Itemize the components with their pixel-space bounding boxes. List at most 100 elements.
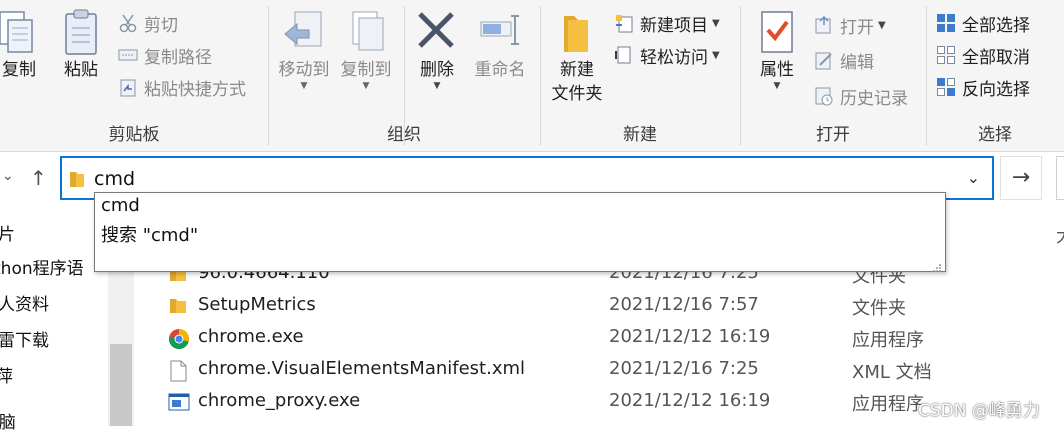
file-date: 2021/12/16 7:57 <box>609 294 759 315</box>
copy-button[interactable]: 复制 <box>0 8 48 82</box>
suggestion-item[interactable]: 搜索 "cmd" <box>101 221 198 247</box>
select-all-label: 全部选择 <box>962 15 1030 36</box>
copy-to-icon <box>343 8 389 58</box>
group-open: 属性 ▼ 打开 ▼ 编辑 历史记录 打开 <box>740 0 926 151</box>
chevron-down-icon: ▼ <box>712 17 720 29</box>
cut-button[interactable]: 剪切 <box>118 9 178 37</box>
paste-shortcut-button[interactable]: 粘贴快捷方式 <box>118 73 246 101</box>
easy-access-icon <box>614 45 634 65</box>
recent-locations-chevron-icon[interactable]: ⌄ <box>2 168 14 184</box>
open-button[interactable]: 打开 ▼ <box>814 11 886 39</box>
rename-icon <box>477 8 523 58</box>
file-row[interactable]: chrome.exe 2021/12/12 16:19 应用程序 <box>166 322 1064 354</box>
file-date: 2021/12/12 16:19 <box>609 326 771 347</box>
select-none-label: 全部取消 <box>962 47 1030 68</box>
new-folder-button[interactable]: 新建 文件夹 <box>546 8 608 106</box>
new-item-button[interactable]: 新建项目 ▼ <box>614 9 720 37</box>
invert-selection-icon <box>936 77 956 97</box>
select-none-button[interactable]: 全部取消 <box>936 41 1030 69</box>
ribbon: 复制 粘贴 剪切 复制路径 粘贴快捷方式 剪贴板 移动到 ▼ 复制到 ▼ 删除 … <box>0 0 1064 152</box>
easy-access-button[interactable]: 轻松访问 ▼ <box>614 41 720 69</box>
history-icon <box>814 86 834 106</box>
chevron-down-icon: ▼ <box>878 19 886 31</box>
open-label: 打开 <box>840 17 874 38</box>
open-icon <box>814 15 834 35</box>
navigation-pane: 片 thon程序语 人资料 雷下载 萍 l脑 <box>0 208 108 433</box>
rename-label: 重命名 <box>474 60 526 80</box>
address-autocomplete-popup: cmd 搜索 "cmd" <box>94 192 946 272</box>
select-all-button[interactable]: 全部选择 <box>936 9 1030 37</box>
go-arrow-button[interactable]: → <box>1000 156 1042 200</box>
paste-shortcut-icon <box>118 77 138 97</box>
file-type: 应用程序 <box>852 330 924 351</box>
chevron-down-icon[interactable]: ⌄ <box>967 168 980 187</box>
file-name: chrome_proxy.exe <box>198 390 361 411</box>
easy-access-label: 轻松访问 <box>640 47 708 68</box>
paste-label: 粘贴 <box>64 60 98 80</box>
group-clipboard: 复制 粘贴 剪切 复制路径 粘贴快捷方式 剪贴板 <box>0 0 268 151</box>
new-group-label: 新建 <box>623 125 657 145</box>
edit-label: 编辑 <box>840 52 874 73</box>
copy-path-button[interactable]: 复制路径 <box>118 41 212 69</box>
paste-icon <box>58 8 104 58</box>
invert-selection-button[interactable]: 反向选择 <box>936 73 1030 101</box>
new-item-icon <box>614 13 634 33</box>
history-label: 历史记录 <box>840 88 908 109</box>
chevron-down-icon: ▼ <box>712 49 720 61</box>
select-none-icon <box>936 45 956 65</box>
watermark: CSDN @峰勇力 <box>918 401 1040 421</box>
up-arrow-icon[interactable]: ↑ <box>30 166 47 190</box>
paste-shortcut-label: 粘贴快捷方式 <box>144 79 246 100</box>
history-button[interactable]: 历史记录 <box>814 82 908 110</box>
properties-label: 属性 <box>760 60 794 80</box>
address-input[interactable] <box>94 167 954 191</box>
nav-item[interactable]: 雷下载 <box>0 326 49 351</box>
search-box[interactable] <box>1056 156 1064 200</box>
nav-item[interactable]: l脑 <box>0 408 16 433</box>
scissors-icon <box>118 13 138 33</box>
suggestion-item[interactable]: cmd <box>101 195 140 216</box>
copy-path-icon <box>118 45 138 65</box>
move-to-button[interactable]: 移动到 ▼ <box>274 8 334 91</box>
file-type: XML 文档 <box>852 362 932 383</box>
group-new: 新建 文件夹 新建项目 ▼ 轻松访问 ▼ 新建 <box>540 0 740 151</box>
properties-icon <box>754 8 800 58</box>
folder-icon <box>70 170 84 187</box>
edit-button[interactable]: 编辑 <box>814 46 874 74</box>
copy-to-button[interactable]: 复制到 ▼ <box>336 8 396 91</box>
folder-icon <box>168 296 188 316</box>
delete-x-icon <box>414 8 460 58</box>
nav-scrollbar-thumb[interactable] <box>110 344 132 426</box>
size-column-header: 大 <box>1056 222 1064 248</box>
file-date: 2021/12/16 7:25 <box>609 358 759 379</box>
delete-label: 删除 <box>420 60 454 80</box>
exe-icon <box>168 392 190 412</box>
file-type: 文件夹 <box>852 298 906 319</box>
file-type: 应用程序 <box>852 394 924 415</box>
file-name: SetupMetrics <box>198 294 316 315</box>
new-folder-icon <box>554 8 600 58</box>
document-icon <box>168 360 188 382</box>
properties-button[interactable]: 属性 ▼ <box>752 8 802 91</box>
nav-item[interactable]: 萍 <box>0 362 13 387</box>
new-folder-label-2: 文件夹 <box>551 84 603 104</box>
move-to-label: 移动到 <box>278 60 330 80</box>
nav-item[interactable]: 片 <box>0 220 15 245</box>
cut-label: 剪切 <box>144 15 178 36</box>
open-group-label: 打开 <box>816 125 850 145</box>
paste-button[interactable]: 粘贴 <box>56 8 106 82</box>
file-row[interactable]: chrome.VisualElementsManifest.xml 2021/1… <box>166 354 1064 386</box>
copy-to-label: 复制到 <box>340 60 392 80</box>
delete-button[interactable]: 删除 ▼ <box>414 8 460 91</box>
resize-grip-icon[interactable] <box>932 258 942 272</box>
nav-item[interactable]: thon程序语 <box>0 254 84 279</box>
rename-button[interactable]: 重命名 <box>468 8 532 82</box>
select-group-label: 选择 <box>978 125 1012 145</box>
edit-icon <box>814 50 834 70</box>
move-to-icon <box>281 8 327 58</box>
file-row[interactable]: SetupMetrics 2021/12/16 7:57 文件夹 <box>166 290 1064 322</box>
invert-selection-label: 反向选择 <box>962 79 1030 100</box>
file-name: chrome.VisualElementsManifest.xml <box>198 358 526 379</box>
nav-item[interactable]: 人资料 <box>0 290 49 315</box>
copy-path-label: 复制路径 <box>144 47 212 68</box>
